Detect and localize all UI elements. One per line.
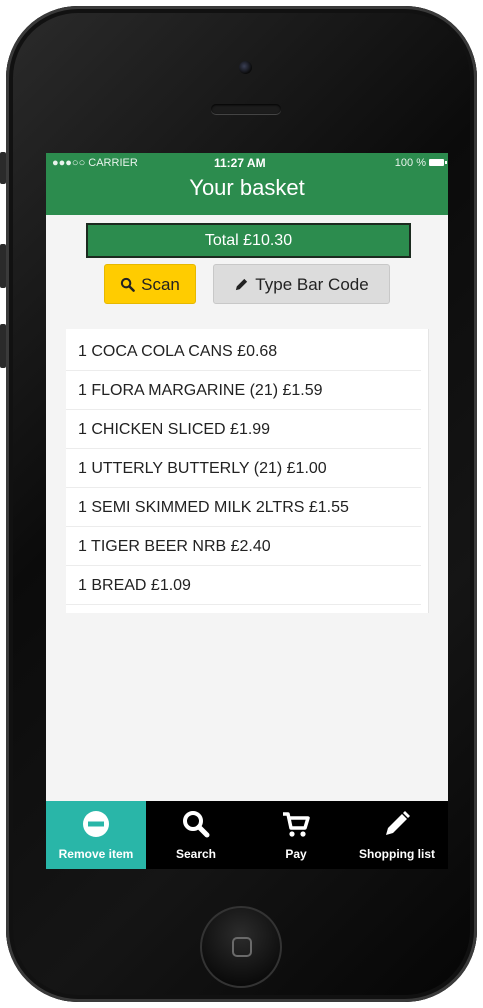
- tab-search-label: Search: [175, 847, 217, 861]
- list-item[interactable]: 1 UTTERLY BUTTERLY (21) £1.00: [66, 449, 421, 488]
- volume-up-button: [0, 244, 6, 288]
- remove-icon: [83, 811, 109, 837]
- search-icon: [120, 277, 135, 292]
- basket-list: 1 COCA COLA CANS £0.68 1 FLORA MARGARINE…: [66, 329, 429, 613]
- type-bar-code-label: Type Bar Code: [255, 275, 369, 294]
- basket-total: Total £10.30: [86, 223, 411, 258]
- tab-remove-item[interactable]: Remove item: [46, 801, 146, 869]
- type-bar-code-button[interactable]: Type Bar Code: [213, 264, 390, 304]
- tab-remove-item-label: Remove item: [58, 847, 134, 861]
- mute-switch: [0, 152, 6, 184]
- list-item[interactable]: 1 COCA COLA CANS £0.68: [66, 332, 421, 371]
- front-camera: [239, 61, 252, 74]
- carrier-label: ●●●○○ CARRIER: [52, 157, 138, 169]
- scan-button[interactable]: Scan: [104, 264, 196, 304]
- list-item[interactable]: 1 SEMI SKIMMED MILK 2LTRS £1.55: [66, 488, 421, 527]
- home-square-icon: [232, 937, 252, 957]
- list-item[interactable]: 1 TIGER BEER NRB £2.40: [66, 527, 421, 566]
- earpiece-speaker: [211, 104, 281, 114]
- tab-shopping-list-label: Shopping list: [359, 847, 435, 861]
- page-title: Your basket: [189, 175, 305, 200]
- scan-button-label: Scan: [141, 275, 180, 294]
- pencil-icon: [386, 811, 410, 835]
- volume-down-button: [0, 324, 6, 368]
- list-item[interactable]: 1 CHICKEN SLICED £1.99: [66, 410, 421, 449]
- battery-percent: 100 %: [394, 157, 426, 169]
- status-bar: ●●●○○ CARRIER 11:27 AM 100 %: [46, 155, 448, 171]
- search-icon: [183, 811, 210, 838]
- tab-pay[interactable]: Pay: [246, 801, 346, 869]
- pencil-icon: [236, 278, 248, 291]
- status-time: 11:27 AM: [214, 156, 266, 170]
- home-button[interactable]: [200, 906, 282, 988]
- app-screen: ●●●○○ CARRIER 11:27 AM 100 % Your basket…: [46, 153, 448, 869]
- app-header: ●●●○○ CARRIER 11:27 AM 100 % Your basket: [46, 153, 448, 215]
- list-item[interactable]: 1 BREAD £1.09: [66, 566, 421, 605]
- list-item[interactable]: 1 FLORA MARGARINE (21) £1.59: [66, 371, 421, 410]
- bottom-tab-bar: Remove item Search Pay Shopping list: [46, 801, 448, 869]
- tab-search[interactable]: Search: [146, 801, 246, 869]
- cart-icon: [283, 812, 310, 837]
- battery-icon: [429, 159, 447, 166]
- tab-shopping-list[interactable]: Shopping list: [346, 801, 448, 869]
- tab-pay-label: Pay: [285, 847, 307, 861]
